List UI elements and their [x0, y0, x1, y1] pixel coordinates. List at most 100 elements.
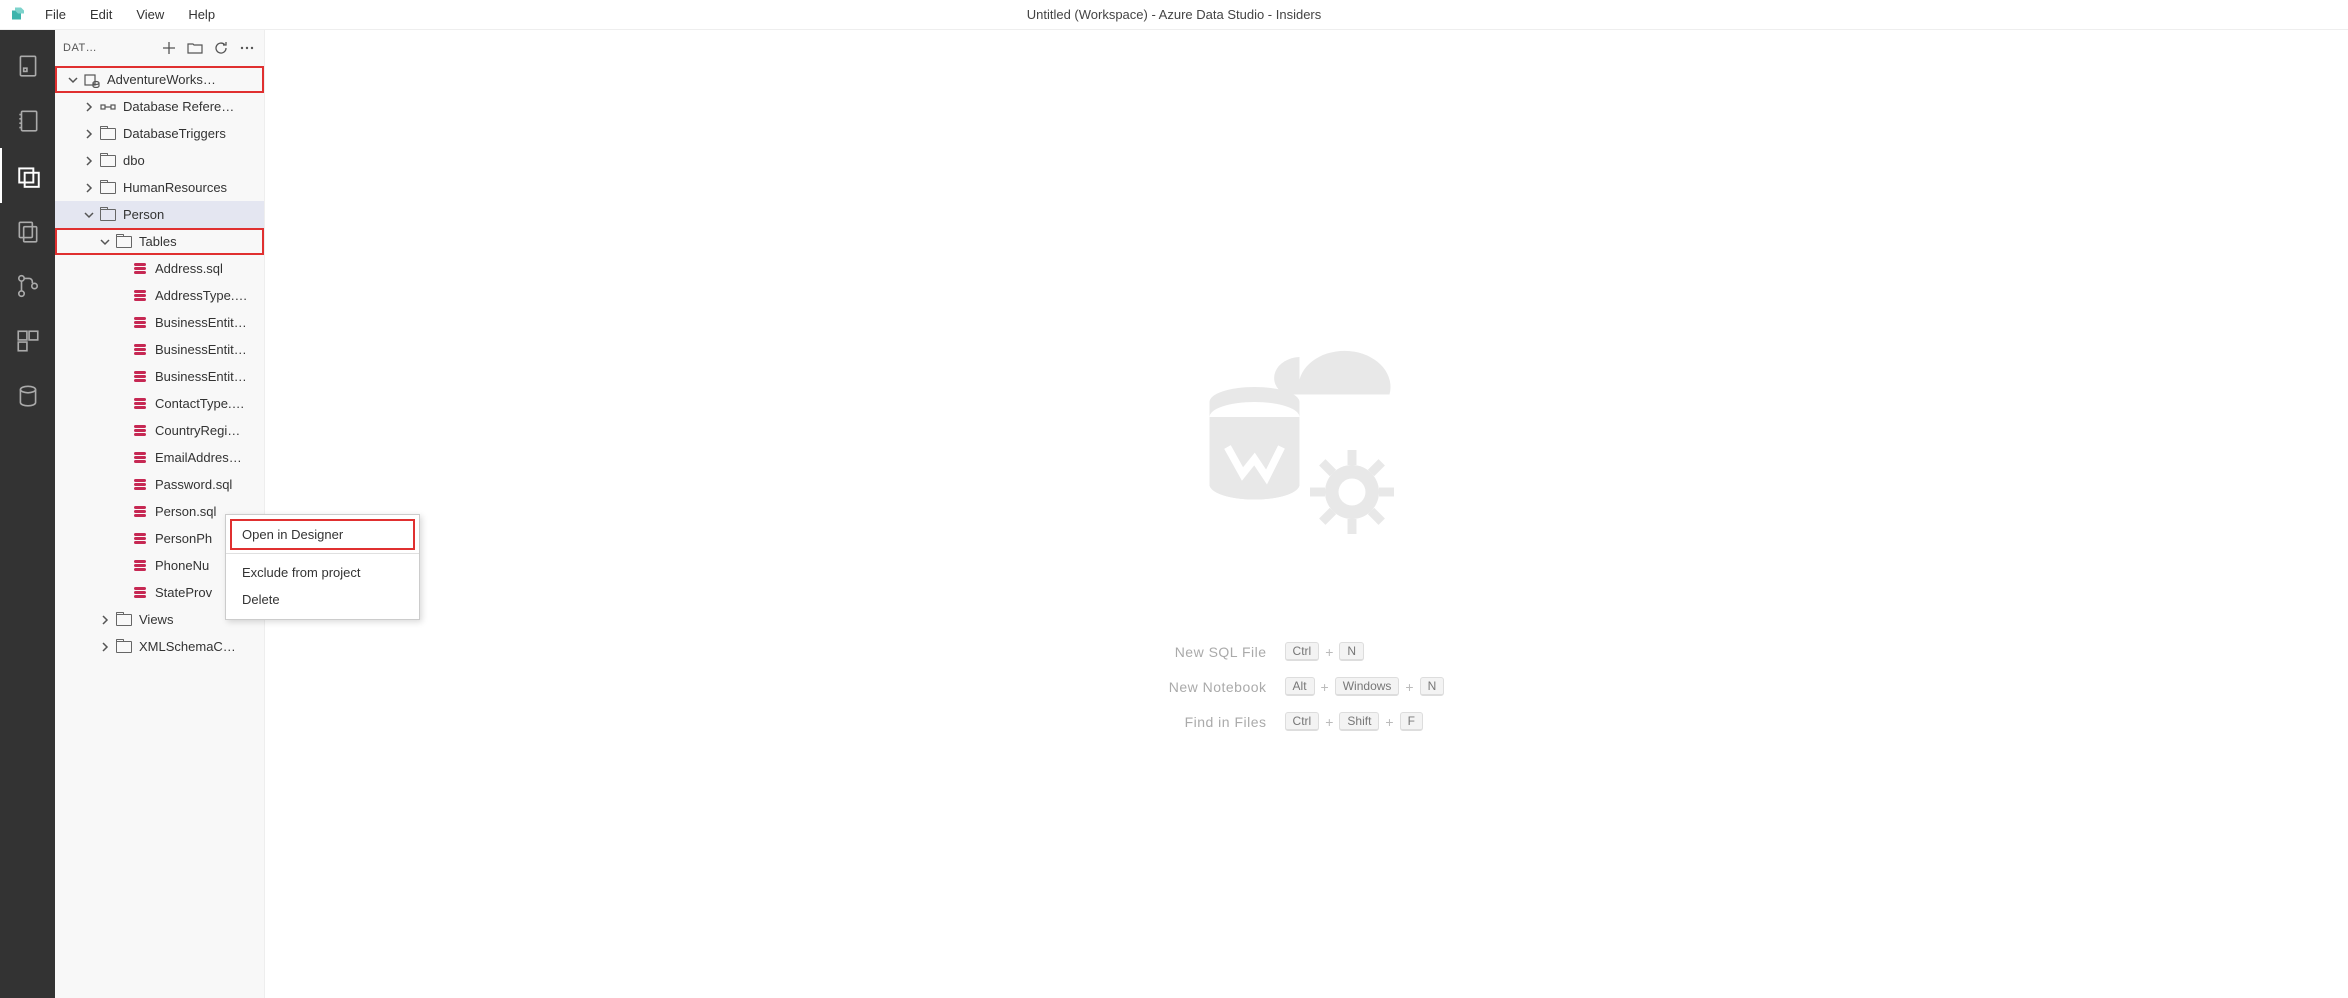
tree-row[interactable]: dbo: [55, 147, 264, 174]
twisty-none: [113, 315, 129, 331]
chevron-right-icon[interactable]: [81, 153, 97, 169]
sql-file-icon: [131, 533, 149, 545]
tree-row-label: BusinessEntit…: [155, 369, 247, 384]
tree-row[interactable]: Tables: [55, 228, 264, 255]
menu-view[interactable]: View: [126, 3, 174, 26]
twisty-none: [113, 423, 129, 439]
tree-row[interactable]: Person: [55, 201, 264, 228]
shortcut-label: New Notebook: [1169, 679, 1267, 695]
app-logo: [0, 6, 35, 24]
chevron-down-icon[interactable]: [65, 72, 81, 88]
tree-row-label: CountryRegi…: [155, 423, 240, 438]
key: Shift: [1339, 712, 1379, 731]
tree-row-label: dbo: [123, 153, 145, 168]
tree-row-label: Database Refere…: [123, 99, 234, 114]
menu-edit[interactable]: Edit: [80, 3, 122, 26]
twisty-none: [113, 504, 129, 520]
tree-row[interactable]: DatabaseTriggers: [55, 120, 264, 147]
folder-icon: [99, 155, 117, 167]
twisty-none: [113, 288, 129, 304]
chevron-right-icon[interactable]: [81, 126, 97, 142]
activity-notebooks[interactable]: [0, 93, 55, 148]
menu-help[interactable]: Help: [178, 3, 225, 26]
tree-row-label: BusinessEntit…: [155, 315, 247, 330]
activity-connections[interactable]: [0, 38, 55, 93]
activity-explorer[interactable]: [0, 148, 55, 203]
reference-icon: [99, 99, 117, 115]
chevron-right-icon[interactable]: [97, 612, 113, 628]
refresh-icon[interactable]: [212, 39, 230, 57]
key: F: [1400, 712, 1423, 731]
chevron-down-icon[interactable]: [97, 234, 113, 250]
context-menu-item[interactable]: Open in Designer: [226, 521, 419, 548]
key: Ctrl: [1285, 642, 1320, 661]
tree-row[interactable]: CountryRegi…: [55, 417, 264, 444]
highlight-box: [230, 519, 415, 550]
tree-row[interactable]: AdventureWorks…: [55, 66, 264, 93]
sql-file-icon: [131, 398, 149, 410]
tree-row[interactable]: ContactType.…: [55, 390, 264, 417]
tree-row-label: PersonPh: [155, 531, 212, 546]
sql-file-icon: [131, 371, 149, 383]
activity-bar: [0, 30, 55, 998]
activity-source-control[interactable]: [0, 258, 55, 313]
shortcut-keys: Ctrl + N: [1285, 642, 1445, 661]
shortcut-label: Find in Files: [1169, 714, 1267, 730]
chevron-right-icon[interactable]: [81, 99, 97, 115]
context-menu-item[interactable]: Exclude from project: [226, 559, 419, 586]
sql-file-icon: [131, 506, 149, 518]
key: N: [1339, 642, 1364, 661]
tree-row[interactable]: AddressType.…: [55, 282, 264, 309]
sql-file-icon: [131, 290, 149, 302]
new-icon[interactable]: [160, 39, 178, 57]
sql-file-icon: [131, 452, 149, 464]
sql-file-icon: [131, 479, 149, 491]
chevron-right-icon[interactable]: [81, 180, 97, 196]
tree-row-label: StateProv: [155, 585, 212, 600]
tree-row-label: AddressType.…: [155, 288, 248, 303]
sidebar-header: DAT…: [55, 30, 264, 66]
chevron-down-icon[interactable]: [81, 207, 97, 223]
tree-row[interactable]: Database Refere…: [55, 93, 264, 120]
watermark-logo: [1157, 297, 1457, 602]
tree-row[interactable]: BusinessEntit…: [55, 336, 264, 363]
shortcut-keys: Alt+Windows+N: [1285, 677, 1445, 696]
plus-icon: +: [1405, 679, 1413, 695]
activity-copy[interactable]: [0, 203, 55, 258]
activity-database[interactable]: [0, 368, 55, 423]
tree-row[interactable]: XMLSchemaC…: [55, 633, 264, 660]
tree-row[interactable]: EmailAddres…: [55, 444, 264, 471]
sql-file-icon: [131, 344, 149, 356]
context-menu-item[interactable]: Delete: [226, 586, 419, 613]
tree-row[interactable]: Password.sql: [55, 471, 264, 498]
shortcut-keys: Ctrl+Shift+F: [1285, 712, 1445, 731]
twisty-none: [113, 450, 129, 466]
tree-row-label: ContactType.…: [155, 396, 245, 411]
titlebar: File Edit View Help Untitled (Workspace)…: [0, 0, 2348, 30]
tree-row-label: Address.sql: [155, 261, 223, 276]
tree-row-label: DatabaseTriggers: [123, 126, 226, 141]
sql-file-icon: [131, 425, 149, 437]
plus-icon: +: [1325, 714, 1333, 730]
chevron-right-icon[interactable]: [97, 639, 113, 655]
sql-file-icon: [131, 560, 149, 572]
key: N: [1420, 677, 1445, 696]
more-icon[interactable]: [238, 39, 256, 57]
activity-extensions[interactable]: [0, 313, 55, 368]
tree-row-label: BusinessEntit…: [155, 342, 247, 357]
open-folder-icon[interactable]: [186, 39, 204, 57]
menu-file[interactable]: File: [35, 3, 76, 26]
plus-icon: +: [1385, 714, 1393, 730]
tree-row[interactable]: BusinessEntit…: [55, 309, 264, 336]
folder-icon: [99, 182, 117, 194]
tree-row-label: HumanResources: [123, 180, 227, 195]
project-icon: [83, 72, 101, 88]
tree-row-label: Views: [139, 612, 173, 627]
twisty-none: [113, 585, 129, 601]
tree-row[interactable]: BusinessEntit…: [55, 363, 264, 390]
tree-row-label: EmailAddres…: [155, 450, 242, 465]
twisty-none: [113, 558, 129, 574]
plus-icon: +: [1325, 644, 1333, 660]
tree-row[interactable]: Address.sql: [55, 255, 264, 282]
tree-row[interactable]: HumanResources: [55, 174, 264, 201]
